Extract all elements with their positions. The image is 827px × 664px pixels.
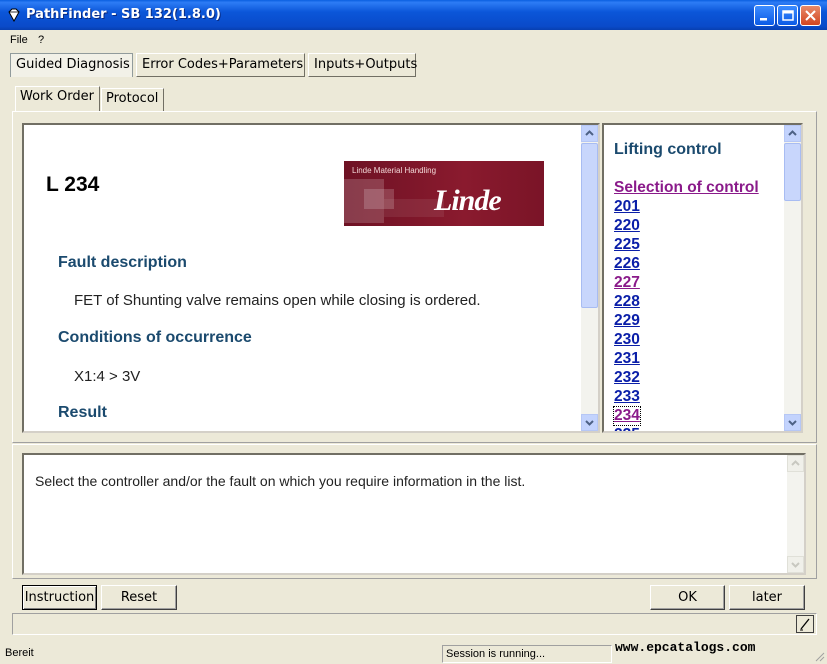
- scroll-thumb[interactable]: [784, 143, 801, 201]
- chevron-down-icon: [585, 420, 594, 426]
- fault-link-235[interactable]: 235: [614, 426, 640, 431]
- instruction-button[interactable]: Instruction: [22, 585, 97, 610]
- chevron-down-icon: [791, 562, 800, 568]
- fault-link-225[interactable]: 225: [614, 236, 640, 254]
- chevron-up-icon: [788, 130, 797, 136]
- fault-link-232[interactable]: 232: [614, 369, 640, 387]
- chevron-down-icon: [788, 420, 797, 426]
- info-scrollbar[interactable]: [787, 455, 804, 573]
- fault-link-230[interactable]: 230: [614, 331, 640, 349]
- scroll-up-button[interactable]: [787, 455, 804, 472]
- fault-link-226[interactable]: 226: [614, 255, 640, 273]
- section-text: FET of Shunting valve remains open while…: [74, 292, 481, 309]
- resize-grip-icon[interactable]: [813, 650, 825, 662]
- watermark-text: www.epcatalogs.com: [615, 640, 756, 655]
- section-heading: Conditions of occurrence: [58, 329, 252, 346]
- minimize-button[interactable]: [754, 5, 775, 26]
- fault-link-233[interactable]: 233: [614, 388, 640, 406]
- control-list-pane[interactable]: Lifting control Selection of control 201…: [602, 123, 803, 433]
- maximize-button[interactable]: [777, 5, 798, 26]
- menu-help[interactable]: ?: [38, 34, 44, 46]
- scroll-down-button[interactable]: [581, 414, 598, 431]
- fault-link-231[interactable]: 231: [614, 350, 640, 368]
- minimize-icon: [760, 18, 767, 21]
- later-button[interactable]: later: [729, 585, 805, 610]
- selection-of-control-link[interactable]: Selection of control: [614, 179, 759, 197]
- reset-button[interactable]: Reset: [101, 585, 177, 610]
- pencil-icon: [800, 618, 810, 631]
- chevron-up-icon: [791, 460, 800, 466]
- scroll-up-button[interactable]: [784, 125, 801, 142]
- scroll-thumb[interactable]: [581, 143, 598, 308]
- tab-protocol[interactable]: Protocol: [101, 88, 164, 111]
- fault-code: L 234: [46, 173, 100, 196]
- logo-wordmark: Linde: [434, 184, 502, 217]
- fault-link-229[interactable]: 229: [614, 312, 640, 330]
- scroll-down-button[interactable]: [784, 414, 801, 431]
- bottom-panel: [12, 613, 817, 635]
- fault-detail-pane[interactable]: L 234 Linde Material Handling Linde Faul…: [22, 123, 600, 433]
- window-title: PathFinder - SB 132(1.8.0): [26, 7, 221, 22]
- section-text: X1:4 > 3V: [74, 368, 141, 385]
- section-heading: Result: [58, 404, 107, 421]
- close-icon: [805, 10, 816, 21]
- scroll-down-button[interactable]: [787, 556, 804, 573]
- fault-link-228[interactable]: 228: [614, 293, 640, 311]
- section-heading: Fault description: [58, 254, 187, 271]
- info-text-box[interactable]: Select the controller and/or the fault o…: [22, 453, 806, 575]
- fault-link-227[interactable]: 227: [614, 274, 640, 292]
- maximize-icon: [782, 10, 794, 21]
- chevron-up-icon: [585, 130, 594, 136]
- linde-logo: Linde Material Handling Linde: [344, 161, 544, 226]
- list-heading: Lifting control: [614, 141, 722, 158]
- detail-scrollbar[interactable]: [581, 125, 598, 431]
- fault-link-234[interactable]: 234: [613, 406, 641, 426]
- title-bar: PathFinder - SB 132(1.8.0): [0, 0, 827, 30]
- tab-guided-diagnosis[interactable]: Guided Diagnosis: [10, 53, 133, 77]
- list-scrollbar[interactable]: [784, 125, 801, 431]
- tab-work-order[interactable]: Work Order: [15, 86, 100, 112]
- fault-link-220[interactable]: 220: [614, 217, 640, 235]
- status-ready: Bereit: [5, 647, 34, 659]
- tab-error-codes-parameters[interactable]: Error Codes+Parameters: [136, 53, 305, 77]
- status-session: Session is running...: [442, 645, 612, 663]
- diamond-app-icon: [7, 8, 21, 23]
- edit-toggle-button[interactable]: [796, 615, 814, 633]
- info-text: Select the controller and/or the fault o…: [35, 473, 526, 489]
- menu-bar: File ?: [0, 30, 827, 50]
- close-button[interactable]: [800, 5, 821, 26]
- ok-button[interactable]: OK: [650, 585, 725, 610]
- fault-link-201[interactable]: 201: [614, 198, 640, 216]
- scroll-up-button[interactable]: [581, 125, 598, 142]
- menu-file[interactable]: File: [10, 34, 28, 46]
- logo-tagline: Linde Material Handling: [352, 166, 437, 175]
- tab-inputs-outputs[interactable]: Inputs+Outputs: [308, 53, 417, 77]
